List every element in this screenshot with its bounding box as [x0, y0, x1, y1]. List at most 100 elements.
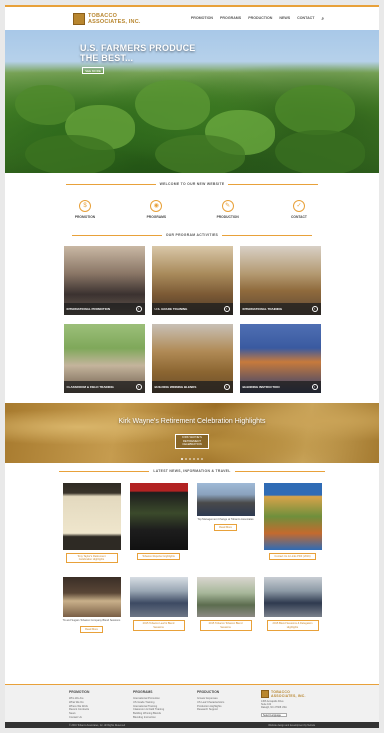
- program-card[interactable]: U.S. GRADE TRAINING ›: [151, 246, 233, 315]
- program-label: U.S. GRADE TRAINING: [154, 307, 188, 311]
- nav-news[interactable]: NEWS: [279, 16, 290, 21]
- welcome-contact[interactable]: ✓ CONTACT: [279, 200, 319, 219]
- news-card: 2015 Tobacco Leaf & Blend Sessions: [129, 577, 188, 632]
- arrow-right-icon: ›: [135, 384, 142, 390]
- news-image[interactable]: [263, 577, 322, 618]
- news-link-button[interactable]: Contact Us & Links PDF (2016): [269, 553, 316, 561]
- program-card[interactable]: BUILDING WINNING BLENDS ›: [151, 324, 233, 393]
- news-row: Tony Taylor's Retirement Celebration Hig…: [5, 483, 379, 564]
- carousel-dot[interactable]: [201, 458, 203, 460]
- footer-column-contact: TOBACCO ASSOCIATES, INC. 1306 Annapolis …: [261, 690, 325, 722]
- arrow-right-icon: ›: [311, 306, 318, 312]
- news-image[interactable]: [62, 483, 121, 550]
- news-link-button[interactable]: Tony Taylor's Retirement Celebration Hig…: [65, 553, 118, 564]
- search-icon[interactable]: ⌕: [321, 16, 324, 21]
- hero-title-line-1: U.S. FARMERS PRODUCE: [80, 43, 196, 53]
- banner-title: Kirk Wayne's Retirement Celebration High…: [118, 418, 266, 425]
- carousel-dot[interactable]: [189, 458, 191, 460]
- news-read-more-button[interactable]: Read More: [80, 625, 103, 633]
- hero-leaf: [155, 135, 245, 173]
- credit-text[interactable]: Website design and development by Nebula: [268, 724, 315, 727]
- contact-icon: ✓: [292, 200, 305, 212]
- footer-link[interactable]: Research Support: [197, 708, 261, 712]
- news-link-button[interactable]: Tobacco Reporter Highlights: [137, 553, 180, 561]
- arrow-right-icon: ›: [135, 306, 142, 312]
- footer-link[interactable]: Blending Instruction: [133, 716, 197, 720]
- hero-leaf: [25, 135, 115, 173]
- hero-leaf: [135, 80, 210, 130]
- news-image[interactable]: [62, 577, 121, 618]
- welcome-promotion[interactable]: $ PROMOTION: [65, 200, 105, 219]
- main-nav: PROMOTION PROGRAMS PRODUCTION NEWS CONTA…: [191, 16, 324, 21]
- news-caption: TA and Sugars Tobacco Company Blend Sess…: [62, 619, 121, 623]
- footer-link[interactable]: Contact Us: [69, 716, 133, 720]
- welcome-label: CONTACT: [291, 215, 307, 219]
- footer-address: 1306 Annapolis Drive Suite 102 Raleigh, …: [261, 700, 325, 710]
- program-label: INTERNATIONAL PROMOTION: [66, 307, 111, 311]
- news-card: 2015 Tobacco Tobacco Blend Sessions: [196, 577, 255, 632]
- nav-production[interactable]: PRODUCTION: [248, 16, 272, 21]
- news-image[interactable]: [129, 577, 188, 618]
- nav-programs[interactable]: PROGRAMS: [220, 16, 241, 21]
- program-label: CLASSROOM & FIELD TRAINING: [66, 385, 114, 389]
- news-link-button[interactable]: 2015 Blend Sessions & Delegation Highlig…: [266, 620, 319, 631]
- program-card[interactable]: INTERNATIONAL PROMOTION ›: [63, 246, 145, 315]
- hero-leaf: [275, 130, 365, 173]
- welcome-heading-text: WELCOME TO OUR NEW WEBSITE: [159, 182, 225, 186]
- logo-text: TOBACCO ASSOCIATES, INC.: [88, 13, 141, 25]
- footer-heading: PROMOTION: [69, 690, 90, 694]
- program-label: BLENDING INSTRUCTION: [242, 385, 280, 389]
- hero-see-more-button[interactable]: SEE MORE: [82, 67, 104, 74]
- news-card: Tobacco Reporter Highlights: [129, 483, 188, 563]
- nav-promotion[interactable]: PROMOTION: [191, 16, 213, 21]
- language-select[interactable]: Select Language: [261, 712, 287, 717]
- carousel-dot[interactable]: [181, 458, 183, 460]
- welcome-heading: WELCOME TO OUR NEW WEBSITE: [5, 182, 379, 186]
- news-read-more-button[interactable]: Read More: [214, 524, 237, 532]
- footer-logo-line-2: ASSOCIATES, INC.: [271, 694, 306, 698]
- arrow-right-icon: ›: [223, 306, 230, 312]
- news-image[interactable]: [196, 577, 255, 618]
- program-caption: INTERNATIONAL PROMOTION ›: [63, 303, 145, 315]
- programs-heading: OUR PROGRAM ACTIVITIES: [5, 233, 379, 237]
- site-footer: PROMOTION Who We Are What We Do Where We…: [5, 685, 379, 722]
- news-card: Contact Us & Links PDF (2016): [263, 483, 322, 563]
- hero-leaf: [275, 85, 355, 135]
- program-caption: BLENDING INSTRUCTION ›: [239, 381, 321, 393]
- site-logo[interactable]: TOBACCO ASSOCIATES, INC.: [73, 12, 141, 25]
- logo-leaf-icon: [73, 12, 85, 25]
- program-card[interactable]: INTERNATIONAL TRAINING ›: [239, 246, 321, 315]
- footer-logo-text: TOBACCO ASSOCIATES, INC.: [271, 690, 306, 698]
- program-card[interactable]: CLASSROOM & FIELD TRAINING ›: [63, 324, 145, 393]
- carousel-dot[interactable]: [197, 458, 199, 460]
- promotion-icon: $: [79, 200, 91, 212]
- site-header: TOBACCO ASSOCIATES, INC. PROMOTION PROGR…: [5, 7, 379, 30]
- banner-button[interactable]: KIRK WAYNE'S RETIREMENT CELEBRATION: [175, 434, 209, 449]
- news-image[interactable]: [129, 483, 188, 550]
- nav-contact[interactable]: CONTACT: [297, 16, 314, 21]
- program-label: INTERNATIONAL TRAINING: [242, 307, 283, 311]
- copyright-text: © 2016 Tobacco Associates, Inc. All Righ…: [69, 723, 126, 727]
- program-grid: INTERNATIONAL PROMOTION › U.S. GRADE TRAI…: [5, 246, 379, 393]
- footer-heading: PRODUCTION: [197, 690, 220, 694]
- news-link-button[interactable]: 2015 Tobacco Leaf & Blend Sessions: [132, 620, 185, 631]
- news-card: Top Management Change at Tobacco Associa…: [196, 483, 255, 563]
- program-card[interactable]: BLENDING INSTRUCTION ›: [239, 324, 321, 393]
- arrow-right-icon: ›: [223, 384, 230, 390]
- news-image[interactable]: [196, 483, 255, 516]
- production-icon: ✎: [221, 200, 234, 212]
- carousel-dot[interactable]: [185, 458, 187, 460]
- welcome-production[interactable]: ✎ PRODUCTION: [208, 200, 248, 219]
- footer-logo[interactable]: TOBACCO ASSOCIATES, INC.: [261, 690, 325, 698]
- hero-title: U.S. FARMERS PRODUCE THE BEST...: [80, 43, 196, 63]
- news-image[interactable]: [263, 483, 322, 550]
- programs-icon: ◉: [150, 200, 163, 212]
- news-link-button[interactable]: 2015 Tobacco Tobacco Blend Sessions: [199, 620, 252, 631]
- carousel-dot[interactable]: [193, 458, 195, 460]
- news-heading: LATEST NEWS, INFORMATION & TRAVEL: [5, 469, 379, 473]
- news-caption: Top Management Change at Tobacco Associa…: [197, 518, 254, 521]
- welcome-programs[interactable]: ◉ PROGRAMS: [136, 200, 176, 219]
- hero-banner: U.S. FARMERS PRODUCE THE BEST... SEE MOR…: [5, 30, 379, 173]
- welcome-label: PROMOTION: [74, 215, 96, 219]
- footer-heading: PROGRAMS: [133, 690, 153, 694]
